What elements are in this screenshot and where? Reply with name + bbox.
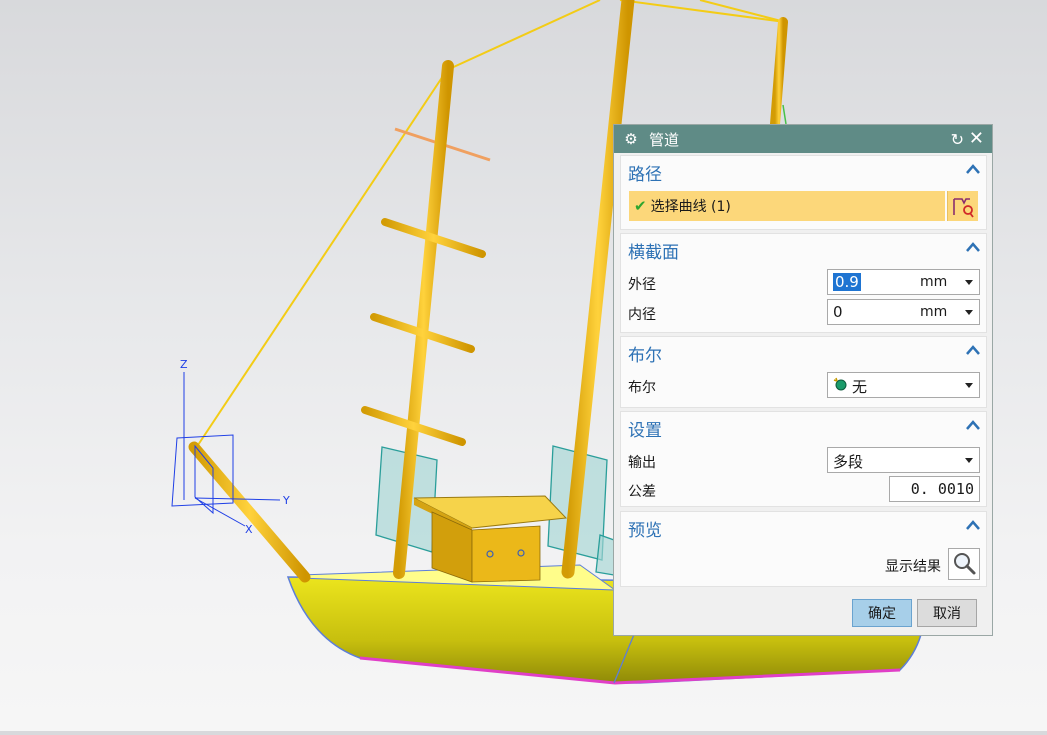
yards[interactable] <box>361 218 486 446</box>
chevron-down-icon[interactable] <box>965 310 973 315</box>
reset-icon[interactable]: ↻ <box>951 130 964 149</box>
ok-button[interactable]: 确定 <box>852 599 912 627</box>
dialog-title: 管道 <box>649 130 680 149</box>
section-cross-section: 横截面 外径 0.9 mm 内径 0 mm <box>620 233 987 333</box>
section-boolean: 布尔 布尔 无 <box>620 336 987 408</box>
close-icon[interactable]: ✕ <box>969 128 984 149</box>
select-curve-label: 选择曲线 (1) <box>650 199 731 215</box>
tube-dialog: ⚙ 管道 ↻ ✕ 路径 ✔ 选择曲线 (1) 横截面 外径 0.9 mm 内径 … <box>613 124 993 636</box>
section-cross-header[interactable]: 横截面 <box>621 234 986 264</box>
show-result-label: 显示结果 <box>885 559 941 575</box>
cancel-button[interactable]: 取消 <box>917 599 977 627</box>
section-boolean-title: 布尔 <box>628 346 662 366</box>
curve-icon <box>953 198 974 218</box>
section-preview: 预览 显示结果 <box>620 511 987 587</box>
magnifier-icon <box>954 553 976 575</box>
triad-y-label: Y <box>283 494 290 507</box>
section-preview-header[interactable]: 预览 <box>621 512 986 542</box>
outer-diameter-field[interactable]: 0.9 mm <box>827 269 980 295</box>
boolean-select[interactable]: 无 <box>827 372 980 398</box>
inner-diameter-value[interactable]: 0 <box>833 303 843 321</box>
show-result-button[interactable] <box>948 548 980 580</box>
section-cross-title: 横截面 <box>628 243 679 263</box>
boolean-label: 布尔 <box>628 380 656 396</box>
chevron-down-icon[interactable] <box>965 280 973 285</box>
triad-z-label: Z <box>180 358 188 371</box>
boolean-value: 无 <box>852 378 868 396</box>
outer-diameter-value[interactable]: 0.9 <box>833 273 861 291</box>
inner-diameter-unit: mm <box>920 304 948 320</box>
output-label: 输出 <box>628 455 656 471</box>
curve-selector-button[interactable] <box>947 191 978 221</box>
tolerance-input[interactable]: 0. 0010 <box>889 476 980 502</box>
coordinate-triad <box>171 372 281 527</box>
output-value: 多段 <box>833 453 864 471</box>
chevron-down-icon[interactable] <box>965 458 973 463</box>
triad-x-label: X <box>245 523 253 536</box>
checkmark-icon: ✔ <box>634 197 647 215</box>
section-settings-header[interactable]: 设置 <box>621 412 986 442</box>
inner-diameter-label: 内径 <box>628 307 656 323</box>
select-curve-row[interactable]: ✔ 选择曲线 (1) <box>629 191 945 221</box>
outer-diameter-unit: mm <box>920 274 948 290</box>
tolerance-label: 公差 <box>628 484 656 500</box>
section-path: 路径 ✔ 选择曲线 (1) <box>620 155 987 230</box>
section-settings: 设置 输出 多段 公差 0. 0010 <box>620 411 987 507</box>
dialog-titlebar[interactable]: ⚙ 管道 ↻ ✕ <box>614 125 992 153</box>
inner-diameter-field[interactable]: 0 mm <box>827 299 980 325</box>
section-boolean-header[interactable]: 布尔 <box>621 337 986 367</box>
section-path-title: 路径 <box>628 165 662 185</box>
boolean-none-icon <box>833 377 847 395</box>
gear-icon[interactable]: ⚙ <box>623 130 639 148</box>
section-path-header[interactable]: 路径 <box>621 156 986 186</box>
section-settings-title: 设置 <box>628 421 662 441</box>
bowsprit[interactable] <box>188 441 311 583</box>
outer-diameter-label: 外径 <box>628 277 656 293</box>
output-select[interactable]: 多段 <box>827 447 980 473</box>
rear-mast[interactable] <box>770 17 788 129</box>
section-preview-title: 预览 <box>628 521 662 541</box>
chevron-down-icon[interactable] <box>965 383 973 388</box>
